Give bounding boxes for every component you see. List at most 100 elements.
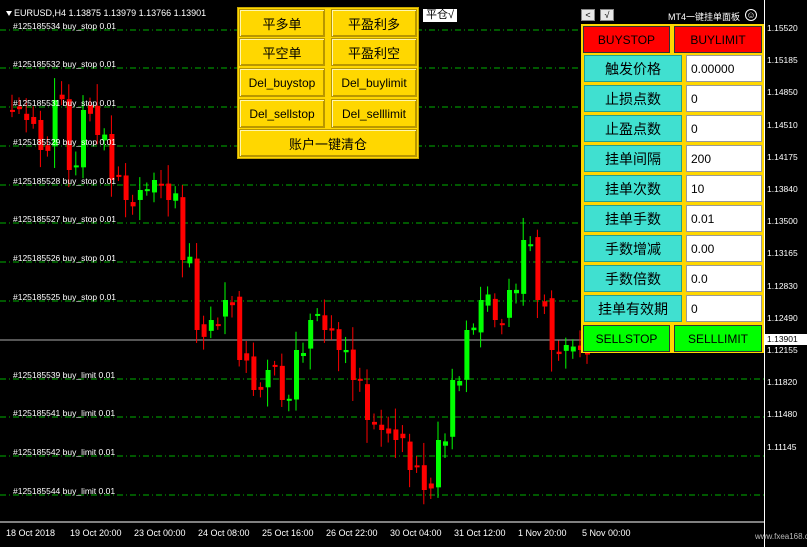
candle-body: [471, 327, 477, 331]
field-input[interactable]: [686, 145, 762, 172]
del-buystop-button[interactable]: Del_buystop: [239, 68, 325, 97]
candle-body: [159, 183, 164, 186]
order-label: #125185529 buy_stop 0.01: [13, 137, 117, 147]
current-price-label: 1.13901: [764, 334, 807, 345]
candle-body: [116, 174, 122, 177]
close-short-button[interactable]: 平空单: [239, 38, 325, 66]
field-label: 挂单次数: [584, 175, 682, 202]
field-input[interactable]: [686, 295, 762, 322]
del-selllimit-button[interactable]: Del_selllimit: [331, 99, 417, 128]
candle-body: [450, 380, 456, 437]
candle-body: [570, 346, 576, 352]
order-label: #125185525 buy_stop 0.01: [13, 292, 117, 302]
order-label: #125185534 buy_stop 0.01: [13, 21, 117, 31]
candle-body: [251, 356, 257, 390]
candle-body: [73, 165, 79, 168]
candle-body: [31, 116, 37, 124]
price-tick-label: 1.13840: [767, 184, 798, 194]
dropdown-triangle-icon: [6, 11, 12, 17]
order-label: #125185531 buy_stop 0.01: [13, 98, 117, 108]
candle-body: [279, 365, 285, 400]
close-profit-short-button[interactable]: 平盈利空: [331, 38, 417, 66]
candle-body: [322, 315, 328, 330]
field-label: 手数增减: [584, 235, 682, 262]
candle-body: [95, 105, 101, 135]
field-label: 挂单有效期: [584, 295, 682, 322]
time-tick-label: 25 Oct 16:00: [262, 528, 314, 538]
candle-body: [144, 189, 150, 192]
candle-body: [286, 398, 292, 401]
candle-body: [386, 428, 392, 434]
candle-body: [123, 175, 129, 200]
candle-body: [244, 353, 250, 361]
candle-body: [130, 202, 136, 207]
candle-body: [152, 180, 157, 193]
candle-body: [400, 433, 406, 439]
field-input[interactable]: [686, 55, 762, 82]
field-label: 挂单间隔: [584, 145, 682, 172]
time-tick-label: 31 Oct 12:00: [454, 528, 506, 538]
price-tick-label: 1.15520: [767, 23, 798, 33]
selllimit-button[interactable]: SELLLIMIT: [674, 325, 762, 352]
field-input[interactable]: [686, 235, 762, 262]
sellstop-button[interactable]: SELLSTOP: [583, 325, 670, 352]
time-tick-label: 5 Nov 00:00: [582, 528, 631, 538]
order-label: #125185528 buy_stop 0.01: [13, 176, 117, 186]
order-label: #125185527 buy_stop 0.01: [13, 214, 117, 224]
close-position-toggle[interactable]: 平仓√: [423, 9, 458, 22]
price-tick-label: 1.14510: [767, 119, 798, 130]
time-tick-label: 23 Oct 00:00: [134, 528, 186, 538]
candle-body: [137, 190, 143, 200]
candle-body: [223, 300, 228, 317]
close-profit-long-button[interactable]: 平盈利多: [331, 9, 417, 37]
candle-body: [208, 320, 214, 331]
checkmark-button[interactable]: √: [600, 9, 614, 21]
price-tick-label: 1.14175: [767, 151, 798, 162]
field-input[interactable]: [686, 265, 762, 292]
smiley-icon: ☺: [745, 9, 757, 21]
field-label: 触发价格: [584, 55, 682, 82]
del-sellstop-button[interactable]: Del_sellstop: [239, 99, 325, 128]
candle-body: [556, 351, 562, 355]
field-input[interactable]: [686, 85, 762, 112]
time-tick-label: 24 Oct 08:00: [198, 528, 250, 538]
price-axis: [764, 0, 807, 547]
candle-body: [272, 364, 278, 367]
close-long-button[interactable]: 平多单: [239, 9, 325, 37]
time-tick-label: 30 Oct 04:00: [390, 528, 442, 538]
close-all-button[interactable]: 账户一键清仓: [239, 129, 417, 157]
candle-body: [549, 298, 555, 350]
candle-body: [372, 421, 377, 425]
candle-body: [230, 302, 235, 306]
candle-body: [528, 244, 534, 247]
candle-body: [478, 300, 484, 333]
symbol-info: EURUSD,H4 1.13875 1.13979 1.13766 1.1390…: [6, 8, 206, 18]
order-label: #125185532 buy_stop 0.01: [13, 59, 117, 69]
candle-body: [258, 386, 264, 390]
del-buylimit-button[interactable]: Del_buylimit: [331, 68, 417, 97]
candle-body: [563, 345, 569, 351]
price-tick-label: 1.11480: [767, 409, 798, 420]
candle-body: [180, 197, 186, 260]
field-label: 止盈点数: [584, 115, 682, 142]
order-label: #125185541 buy_limit 0.01: [13, 408, 116, 418]
field-input[interactable]: [686, 175, 762, 202]
price-tick-label: 1.13500: [767, 216, 798, 227]
candle-body: [66, 99, 72, 170]
candle-body: [357, 378, 363, 381]
candle-body: [187, 256, 193, 264]
field-label: 手数倍数: [584, 265, 682, 292]
candle-body: [237, 296, 243, 360]
field-input[interactable]: [686, 205, 762, 232]
candle-body: [514, 289, 519, 294]
watermark: www.fxea168.com: [755, 532, 807, 541]
buystop-button[interactable]: BUYSTOP: [583, 26, 670, 53]
order-label: #125185526 buy_stop 0.01: [13, 253, 117, 263]
buylimit-button[interactable]: BUYLIMIT: [674, 26, 762, 53]
candle-body: [201, 324, 207, 337]
candle-body: [350, 349, 356, 380]
candle-body: [301, 353, 306, 357]
field-input[interactable]: [686, 115, 762, 142]
price-tick-label: 1.12155: [767, 345, 798, 355]
collapse-arrow-button[interactable]: <: [581, 9, 595, 21]
